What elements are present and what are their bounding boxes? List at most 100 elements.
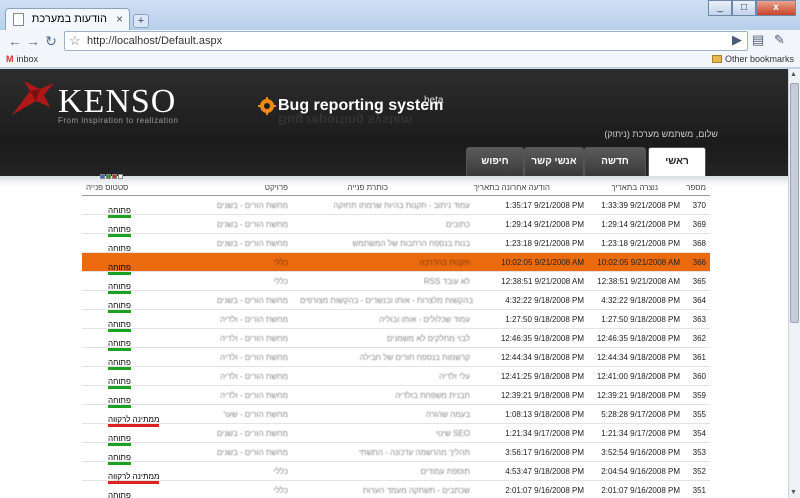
table-row[interactable]: 359 12:39:21 9/18/2008 PM 12:39:21 9/18/20…: [82, 386, 710, 408]
cell-number: 354: [692, 429, 706, 438]
cell-title[interactable]: בהקשות מלצרות - אותו ובנשרים - בהקשות מצ…: [300, 296, 473, 305]
tab-contacts[interactable]: אנשי קשר: [524, 147, 584, 176]
status-color-green[interactable]: [106, 174, 111, 179]
cell-title[interactable]: תהליך מהרשמה עדכונה - התשתי: [300, 448, 470, 457]
bookmarks-bar: Minbox Other bookmarks: [0, 52, 800, 68]
cell-title[interactable]: שכתבים - תשתקה מעמד הערות: [300, 486, 470, 495]
cell-project: מחשת הורים - ולדיה: [220, 372, 288, 381]
table-row[interactable]: 368 1:23:18 9/21/2008 PM 1:23:18 9/21/2008…: [82, 234, 710, 256]
table-row[interactable]: 360 12:41:00 9/18/2008 PM 12:41:25 9/18/20…: [82, 367, 710, 389]
minimize-button[interactable]: _: [708, 0, 732, 16]
status-color-blue[interactable]: [100, 174, 105, 179]
vertical-scrollbar[interactable]: ▲ ▼: [788, 69, 800, 498]
cell-title[interactable]: תקנות בהדרכה: [300, 258, 470, 267]
scroll-thumb[interactable]: [790, 83, 799, 323]
cell-project: מחשת הורים - בשנים: [216, 429, 288, 438]
close-window-button[interactable]: x: [756, 0, 796, 16]
reload-icon[interactable]: ↻: [42, 32, 60, 50]
new-tab-button[interactable]: +: [133, 14, 149, 28]
wrench-icon[interactable]: ✎: [774, 32, 785, 48]
table-row[interactable]: 354 1:21:34 9/17/2008 PM 1:21:34 9/17/2008…: [82, 424, 710, 446]
cell-title[interactable]: RSS לא עובד: [300, 277, 470, 286]
cell-number: 355: [692, 410, 706, 419]
cell-updated: 1:29:14 9/21/2008 PM: [505, 220, 584, 229]
app-title-reflection: Bug reporting system: [278, 113, 413, 128]
scroll-down-icon[interactable]: ▼: [790, 489, 797, 496]
tab-new[interactable]: חדשה: [584, 147, 646, 176]
cell-title[interactable]: בנות בנספח הרחבות של המשתמש: [300, 239, 470, 248]
cell-created: 2:04:54 9/16/2008 PM: [601, 467, 680, 476]
cell-project: כללי: [273, 467, 288, 476]
cell-created: 10:02:05 9/21/2008 AM: [597, 258, 680, 267]
cell-project: מחשת הורים - ולדיה: [220, 353, 288, 362]
cell-title[interactable]: קרשמות בנספח חורים של חבילה: [300, 353, 470, 362]
table-row[interactable]: 353 3:52:54 9/16/2008 PM 3:56:17 9/16/2008…: [82, 443, 710, 465]
cell-title[interactable]: עמוד שכלולים - אותו ובוליה: [300, 315, 470, 324]
browser-tab[interactable]: הודעות במערכת ×: [5, 8, 130, 30]
col-status[interactable]: סטטוס פנייה: [86, 183, 128, 192]
col-title[interactable]: כותרת פנייה: [347, 183, 388, 192]
cell-updated: 1:08:13 9/18/2008 PM: [505, 410, 584, 419]
table-row[interactable]: 365 12:38:51 9/21/2008 AM 12:38:51 9/21/20…: [82, 272, 710, 294]
cell-title[interactable]: לבוי מחלקים לא משמנים: [300, 334, 470, 343]
cell-project: מחשת הורים - בשנים: [216, 448, 288, 457]
close-tab-icon[interactable]: ×: [116, 12, 123, 26]
tab-main[interactable]: ראשי: [648, 147, 706, 176]
page-menu-icon[interactable]: ▤: [752, 32, 764, 48]
cell-title[interactable]: בעמה שהורה: [300, 410, 470, 419]
cell-created: 1:29:14 9/21/2008 PM: [601, 220, 680, 229]
folder-icon: [711, 55, 722, 63]
cell-updated: 1:35:17 9/21/2008 PM: [505, 201, 584, 210]
table-row[interactable]: 362 12:46:35 9/18/2008 PM 12:46:35 9/18/20…: [82, 329, 710, 351]
col-project[interactable]: פרויקט: [178, 183, 288, 192]
table-row[interactable]: 370 1:33:39 9/21/2008 PM 1:35:17 9/21/2008…: [82, 196, 710, 218]
cell-number: 368: [692, 239, 706, 248]
table-row[interactable]: 361 12:44:34 9/18/2008 PM 12:44:34 9/18/20…: [82, 348, 710, 370]
cell-updated: 4:32:22 9/18/2008 PM: [505, 296, 584, 305]
tab-search[interactable]: חיפוש: [466, 147, 524, 176]
go-icon[interactable]: ▶: [732, 32, 742, 48]
cell-updated: 4:53:47 9/18/2008 PM: [505, 467, 584, 476]
scroll-up-icon[interactable]: ▲: [790, 71, 797, 78]
status-badge: פתוחה: [108, 491, 131, 498]
bookmark-inbox[interactable]: Minbox: [6, 54, 38, 64]
cell-updated: 12:41:25 9/18/2008 PM: [500, 372, 584, 381]
cell-number: 364: [692, 296, 706, 305]
other-bookmarks[interactable]: Other bookmarks: [711, 54, 794, 64]
cell-updated: 3:56:17 9/16/2008 PM: [505, 448, 584, 457]
user-greeting[interactable]: שלום, משתמש מערכת (ניתוק): [604, 129, 718, 139]
table-row[interactable]: 352 2:04:54 9/16/2008 PM 4:53:47 9/18/2008…: [82, 462, 710, 484]
cell-title[interactable]: עלי ולדיה: [300, 372, 470, 381]
cell-project: מחשת הורים - בשנים: [216, 239, 288, 248]
forward-arrow-icon[interactable]: →: [24, 32, 42, 50]
table-body: 370 1:33:39 9/21/2008 PM 1:35:17 9/21/2008…: [82, 196, 710, 498]
cell-title[interactable]: שינוי SEO: [300, 429, 470, 438]
cell-title[interactable]: כתובים: [300, 220, 470, 229]
cell-created: 12:38:51 9/21/2008 AM: [597, 277, 680, 286]
address-bar[interactable]: ☆ http://localhost/Default.aspx: [64, 31, 748, 51]
back-arrow-icon[interactable]: ←: [6, 32, 24, 50]
table-row[interactable]: 364 4:32:22 9/18/2008 PM 4:32:22 9/18/2008…: [82, 291, 710, 313]
cell-title[interactable]: תוספת עמודים: [300, 467, 470, 476]
status-color-white[interactable]: [118, 174, 123, 179]
col-created[interactable]: נוצרה בתאריך: [611, 183, 658, 192]
cell-updated: 12:44:34 9/18/2008 PM: [500, 353, 584, 362]
cell-title[interactable]: תבנית משפחת בולדיה: [300, 391, 470, 400]
table-row[interactable]: 351 2:01:07 9/16/2008 PM 2:01:07 9/16/2008…: [82, 481, 710, 498]
status-color-red[interactable]: [112, 174, 117, 179]
site-header: KENSO From inspiration to realization Bu…: [0, 69, 788, 176]
star-icon[interactable]: ☆: [69, 33, 81, 49]
maximize-button[interactable]: □: [732, 0, 756, 16]
cell-number: 353: [692, 448, 706, 457]
table-row[interactable]: 355 5:28:28 9/17/2008 PM 1:08:13 9/18/2008…: [82, 405, 710, 427]
status-legend: [100, 174, 123, 179]
table-row[interactable]: 363 1:27:50 9/18/2008 PM 1:27:50 9/18/2008…: [82, 310, 710, 332]
col-number[interactable]: מספר: [686, 183, 706, 192]
cell-title[interactable]: עמוד ניתוב - תקנות בהיות שרמתו תחזקה: [300, 201, 470, 210]
cell-updated: 1:23:18 9/21/2008 PM: [505, 239, 584, 248]
table-row[interactable]: 366 10:02:05 9/21/2008 AM 10:02:05 9/21/20…: [82, 253, 710, 275]
col-updated[interactable]: הודעה אחרונה בתאריך: [474, 183, 550, 192]
cell-created: 4:32:22 9/18/2008 PM: [601, 296, 680, 305]
table-row[interactable]: 369 1:29:14 9/21/2008 PM 1:29:14 9/21/2008…: [82, 215, 710, 237]
cell-project: מחשת הורים - בשנים: [216, 220, 288, 229]
